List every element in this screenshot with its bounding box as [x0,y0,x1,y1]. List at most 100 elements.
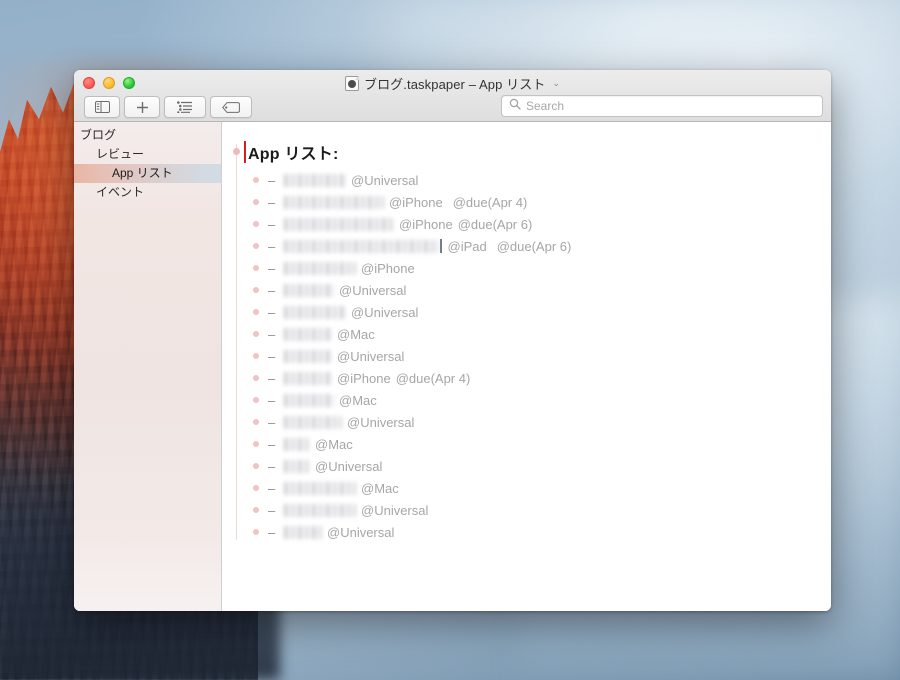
task-content: @Universal [284,456,382,478]
task-tag[interactable]: @due(Apr 4) [453,195,528,210]
task-bullet-icon[interactable] [253,309,259,315]
task-tag[interactable]: @Universal [361,503,428,518]
task-bullet-icon[interactable] [253,419,259,425]
task-dash: – [268,217,276,232]
task-tag[interactable]: @due(Apr 6) [458,217,533,232]
task-content: @iPad @due(Apr 6) [284,236,571,258]
task-tag[interactable]: @Mac [339,393,377,408]
editor-pane[interactable]: App リスト: – @Universal – @iPhone @due(Apr 4) –… [222,122,831,611]
sidebar-item-3[interactable]: App リスト [74,164,221,183]
task-bullet-icon[interactable] [253,507,259,513]
task-content: @iPhone @due(Apr 4) [284,368,470,390]
search-placeholder: Search [526,99,565,113]
task-dash: – [268,459,276,474]
new-item-button[interactable] [124,96,160,118]
task-bullet-icon[interactable] [253,353,259,359]
task-name-redacted [284,306,346,319]
task-row[interactable]: – @Mac [222,434,831,456]
task-tag[interactable]: @due(Apr 6) [497,239,572,254]
task-tag[interactable]: @Mac [337,327,375,342]
task-bullet-icon[interactable] [253,221,259,227]
sidebar-item-1[interactable]: ブログ [74,126,221,145]
task-list: – @Universal – @iPhone @due(Apr 4) – @iPhone @d… [222,170,831,544]
toggle-sidebar-button[interactable] [84,96,120,118]
task-row[interactable]: – @Mac [222,324,831,346]
task-tag[interactable]: @Universal [351,173,418,188]
plus-icon [136,101,149,114]
task-tag[interactable]: @iPhone [361,261,415,276]
task-bullet-icon[interactable] [253,243,259,249]
sidebar-item-label: レビュー [96,147,145,161]
task-row[interactable]: – @Universal [222,280,831,302]
task-bullet-icon[interactable] [253,199,259,205]
task-row[interactable]: – @iPhone @due(Apr 4) [222,368,831,390]
task-row[interactable]: – @Mac [222,390,831,412]
task-row[interactable]: – @Universal [222,346,831,368]
task-bullet-icon[interactable] [253,463,259,469]
task-bullet-icon[interactable] [253,485,259,491]
window-titlebar[interactable]: ブログ.taskpaper – App リスト ⌄ Search [74,70,831,122]
task-tag[interactable]: @Mac [315,437,353,452]
task-tag[interactable]: @Universal [351,305,418,320]
task-tag[interactable]: @due(Apr 4) [396,371,471,386]
taskpaper-window: ブログ.taskpaper – App リスト ⌄ Search ブログ レビュ… [74,70,831,611]
task-bullet-icon[interactable] [253,441,259,447]
task-tag[interactable]: @Universal [337,349,404,364]
sidebar-item-4[interactable]: イベント [74,183,221,202]
window-body: ブログレビュー App リスト イベント App リスト: – @Universal –… [74,122,831,611]
task-row[interactable]: – @iPhone @due(Apr 4) [222,192,831,214]
task-tag[interactable]: @Universal [327,525,394,540]
task-name-redacted [284,482,356,495]
task-row[interactable]: – @Universal [222,456,831,478]
task-dash: – [268,415,276,430]
task-tag[interactable]: @iPhone [389,195,443,210]
task-row[interactable]: – @Universal [222,522,831,544]
task-row[interactable]: – @Universal [222,500,831,522]
task-tag[interactable]: @Mac [361,481,399,496]
task-tag[interactable]: @iPhone [337,371,391,386]
task-row[interactable]: – @iPhone [222,258,831,280]
task-bullet-icon[interactable] [253,375,259,381]
task-row[interactable]: – @Universal [222,170,831,192]
task-tag[interactable]: @Universal [315,459,382,474]
search-icon [509,97,521,115]
desktop-background: ブログ.taskpaper – App リスト ⌄ Search ブログ レビュ… [0,0,900,680]
task-row[interactable]: – @Universal [222,302,831,324]
task-dash: – [268,305,276,320]
task-row[interactable]: – @Mac [222,478,831,500]
minimize-button[interactable] [103,77,115,89]
task-content: @Universal [284,302,418,324]
task-row[interactable]: – @Universal [222,412,831,434]
task-content: @Mac [284,434,353,456]
close-button[interactable] [83,77,95,89]
traffic-lights [83,77,135,89]
task-tag[interactable]: @iPad [448,239,487,254]
task-bullet-icon[interactable] [253,177,259,183]
task-row[interactable]: – @iPhone @due(Apr 6) [222,214,831,236]
task-bullet-icon[interactable] [253,287,259,293]
sidebar-item-2[interactable]: レビュー [74,145,221,164]
task-row[interactable]: – @iPad @due(Apr 6) [222,236,831,258]
task-bullet-icon[interactable] [253,331,259,337]
outline-button[interactable] [164,96,206,118]
task-tag[interactable]: @Universal [347,415,414,430]
task-dash: – [268,525,276,540]
task-bullet-icon[interactable] [253,397,259,403]
task-tag[interactable]: @iPhone [399,217,453,232]
task-bullet-icon[interactable] [253,265,259,271]
task-content: @Universal [284,522,394,544]
project-row[interactable]: App リスト: [222,140,831,170]
task-name-redacted [284,262,356,275]
task-bullet-icon[interactable] [253,529,259,535]
task-dash: – [268,195,276,210]
maximize-button[interactable] [123,77,135,89]
task-name-redacted [284,284,334,297]
tag-button[interactable] [210,96,252,118]
task-name-redacted [284,460,310,473]
window-toolbar: Search [74,92,831,122]
search-input[interactable]: Search [501,95,823,117]
task-tag[interactable]: @Universal [339,283,406,298]
task-dash: – [268,349,276,364]
chevron-down-icon[interactable]: ⌄ [552,78,560,89]
sidebar: ブログレビュー App リスト イベント [74,122,222,611]
